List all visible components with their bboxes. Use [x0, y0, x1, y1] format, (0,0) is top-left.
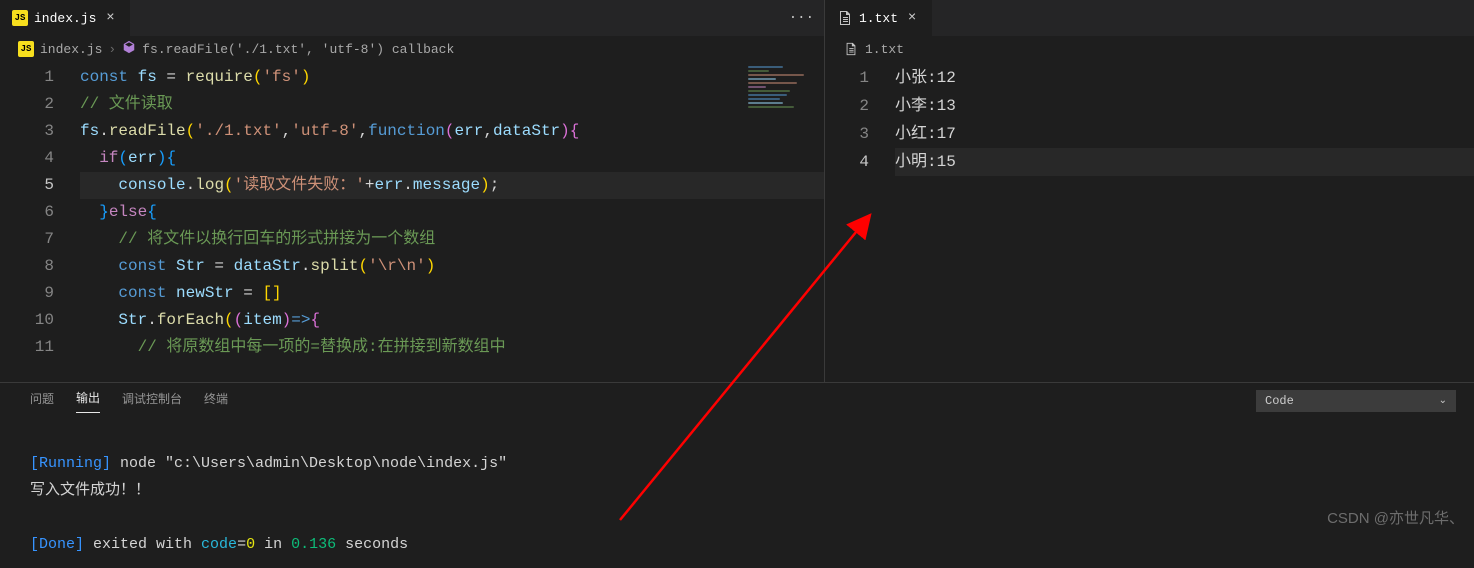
ellipsis-icon: ···: [789, 10, 814, 26]
tab-terminal[interactable]: 终端: [204, 390, 228, 413]
output-channel-select[interactable]: Code ⌄: [1256, 390, 1456, 412]
tab-problems[interactable]: 问题: [30, 390, 54, 413]
breadcrumb-symbol: fs.readFile('./1.txt', 'utf-8') callback: [142, 42, 454, 57]
close-icon[interactable]: ×: [102, 10, 118, 26]
left-tab-bar: JS index.js × ···: [0, 0, 824, 36]
javascript-file-icon: JS: [12, 10, 28, 26]
text-file-icon: [837, 10, 853, 26]
symbol-method-icon: [122, 40, 136, 58]
tab-1-txt[interactable]: 1.txt ×: [825, 0, 933, 36]
select-value: Code: [1265, 394, 1294, 408]
watermark: CSDN @亦世凡华、: [1327, 507, 1464, 528]
right-tab-bar: 1.txt ×: [825, 0, 1474, 36]
close-icon[interactable]: ×: [904, 10, 920, 26]
output-done: [Done]: [30, 536, 84, 553]
tab-output[interactable]: 输出: [76, 389, 100, 413]
javascript-file-icon: JS: [18, 41, 34, 57]
output-body[interactable]: [Running] node "c:\Users\admin\Desktop\n…: [0, 413, 1474, 568]
tab-label: index.js: [34, 11, 96, 26]
output-running: [Running]: [30, 455, 111, 472]
tab-label: 1.txt: [859, 11, 898, 26]
minimap[interactable]: [748, 66, 818, 114]
panel-tabs: 问题 输出 调试控制台 终端 Code ⌄: [0, 383, 1474, 413]
breadcrumb[interactable]: 1.txt: [825, 36, 1474, 62]
tab-index-js[interactable]: JS index.js ×: [0, 0, 131, 36]
breadcrumb-file: index.js: [40, 42, 102, 57]
text-file-icon: [843, 41, 859, 57]
editor-more-actions[interactable]: ···: [789, 0, 824, 36]
chevron-down-icon: ⌄: [1439, 395, 1447, 407]
chevron-right-icon: ›: [108, 42, 116, 57]
breadcrumb-file: 1.txt: [865, 42, 904, 57]
breadcrumb[interactable]: JS index.js › fs.readFile('./1.txt', 'ut…: [0, 36, 824, 62]
output-cmd: node "c:\Users\admin\Desktop\node\index.…: [111, 455, 507, 472]
tab-debug-console[interactable]: 调试控制台: [122, 390, 182, 413]
output-message: 写入文件成功！！: [30, 482, 150, 499]
